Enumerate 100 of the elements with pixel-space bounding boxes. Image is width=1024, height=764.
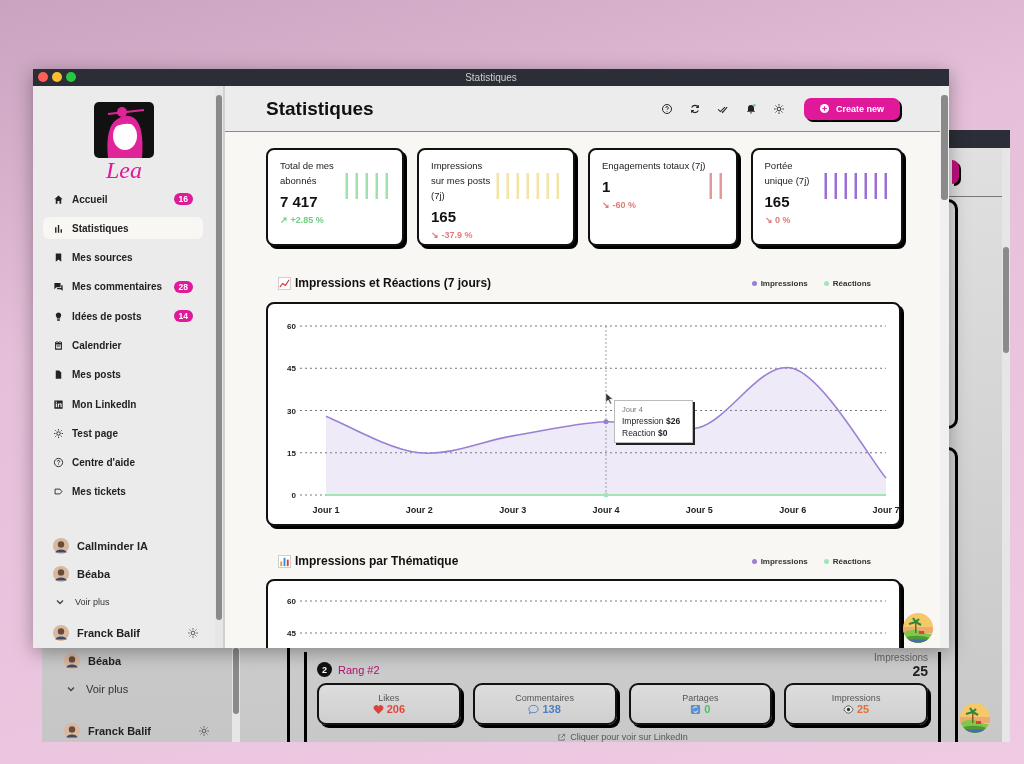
linkedin-link[interactable]: Cliquer pour voir sur LinkedIn <box>317 732 928 742</box>
metric-value: 206 <box>386 703 406 715</box>
calendar-icon <box>53 340 64 351</box>
sidebar-item[interactable]: Idées de posts 14 <box>43 305 203 328</box>
axis-label: Jour 3 <box>499 505 527 515</box>
axis-label: 60 <box>287 597 296 606</box>
stat-value: 1 <box>602 178 612 195</box>
logo-drawing <box>94 102 154 158</box>
count-badge: 14 <box>173 310 193 323</box>
sidebar-item[interactable]: Mon LinkedIn <box>43 393 203 416</box>
stat-value: 7 417 <box>280 193 319 210</box>
metric-label: Partages <box>682 693 719 703</box>
stat-value: 165 <box>764 193 791 210</box>
legend-item: Réactions <box>823 278 871 288</box>
settings-icon <box>53 427 64 439</box>
settings-icon[interactable] <box>773 102 785 115</box>
tag-icon <box>53 486 64 498</box>
close-button[interactable] <box>38 72 48 82</box>
axis-label: 0 <box>291 491 296 500</box>
heart-icon <box>372 703 384 715</box>
eye-icon <box>843 703 854 715</box>
axis-label: 45 <box>287 364 296 374</box>
lightbulb-icon <box>53 310 64 322</box>
logo-text: Lea <box>106 157 142 183</box>
sidebar-item[interactable]: Centre d'aide <box>43 451 203 474</box>
bookmark-icon <box>53 252 64 264</box>
stat-label: Impressions sur mes posts (7j) <box>431 159 492 203</box>
metric-value: 25 <box>912 663 928 679</box>
show-more-link[interactable]: Voir plus <box>42 674 232 704</box>
stat-change: ↘ -37.9 % <box>431 230 474 240</box>
metric-label: Likes <box>378 693 400 703</box>
metric-value: 25 <box>857 703 870 715</box>
help-icon[interactable] <box>661 102 673 115</box>
stat-label: Total de mes abonnés <box>280 159 335 188</box>
metric-label: Commentaires <box>515 693 574 703</box>
sidebar-item[interactable]: Test page <box>43 422 203 445</box>
scrollbar[interactable] <box>940 86 949 648</box>
rank-label: Rang #2 <box>338 663 380 676</box>
tooltip-text: Reaction $0 <box>622 428 669 438</box>
axis-label: Jour 2 <box>405 505 433 515</box>
stat-label: Engagements totaux (7j) <box>602 159 706 173</box>
user-name[interactable]: Franck Balif <box>77 627 140 639</box>
minimize-button[interactable] <box>52 72 62 82</box>
speech-bubble-icon <box>528 703 540 715</box>
axis-label: 45 <box>287 629 296 638</box>
external-link-icon <box>557 732 567 742</box>
axis-label: 60 <box>287 322 296 331</box>
chevron-down-icon <box>55 597 65 607</box>
document-icon <box>53 369 64 381</box>
stat-value: 165 <box>431 208 458 225</box>
tooltip-text: Impression $26 <box>622 416 682 426</box>
metric-value: 138 <box>542 703 561 715</box>
line-chart-icon <box>278 276 291 290</box>
bar-chart-icon <box>53 222 64 234</box>
data-point <box>603 419 609 425</box>
refresh-icon <box>690 703 702 715</box>
axis-label: 30 <box>287 406 296 416</box>
section-title: Impressions et Réactions (7 jours) <box>295 276 492 290</box>
refresh-icon[interactable] <box>689 102 701 115</box>
help-icon <box>53 457 64 469</box>
account-name[interactable]: Béaba <box>88 655 122 667</box>
bell-icon[interactable] <box>745 102 757 115</box>
scrollbar[interactable] <box>1002 148 1010 742</box>
settings-icon[interactable] <box>198 725 210 737</box>
scrollbar[interactable] <box>215 86 225 648</box>
home-icon <box>53 193 64 205</box>
account-name[interactable]: Callminder IA <box>77 540 148 552</box>
cursor-icon <box>605 392 613 405</box>
show-more-link[interactable]: Voir plus <box>33 588 215 616</box>
metric-label: Impressions <box>874 652 928 663</box>
axis-label: 15 <box>287 448 296 458</box>
create-button[interactable]: Create new <box>804 97 900 120</box>
sidebar-item[interactable]: Mes commentaires 28 <box>43 275 203 298</box>
sidebar-item[interactable]: Accueil 16 <box>43 188 203 210</box>
linkedin-icon <box>53 398 64 410</box>
window-title: Statistiques <box>465 72 517 83</box>
stat-label: Portée unique (7j) <box>764 159 811 188</box>
sidebar-item[interactable]: Mes sources <box>43 246 203 269</box>
axis-label: Jour 6 <box>779 505 807 515</box>
sidebar-item[interactable]: Mes tickets <box>43 480 203 503</box>
axis-label: Jour 7 <box>872 505 900 515</box>
title-bar <box>949 130 1010 148</box>
axis-label: Jour 1 <box>312 505 340 515</box>
sidebar-item[interactable]: Statistiques <box>43 217 203 240</box>
sidebar-item[interactable]: Calendrier <box>43 334 203 357</box>
chat-icon <box>53 281 64 293</box>
metric-label: Impressions <box>831 693 881 703</box>
settings-icon[interactable] <box>187 627 199 639</box>
count-badge: 16 <box>173 193 193 205</box>
create-button[interactable] <box>952 160 959 184</box>
count-badge: 28 <box>173 280 193 293</box>
account-name[interactable]: Béaba <box>77 568 111 580</box>
user-name[interactable]: Franck Balif <box>88 725 151 737</box>
rank-badge: 2 <box>317 662 332 677</box>
sidebar-item[interactable]: Mes posts <box>43 363 203 386</box>
maximize-button[interactable] <box>66 72 76 82</box>
scrollbar[interactable] <box>232 648 240 742</box>
stat-change: ↘ -60 % <box>602 200 637 210</box>
legend-item: Réactions <box>823 556 871 566</box>
chevron-down-icon <box>66 684 76 694</box>
